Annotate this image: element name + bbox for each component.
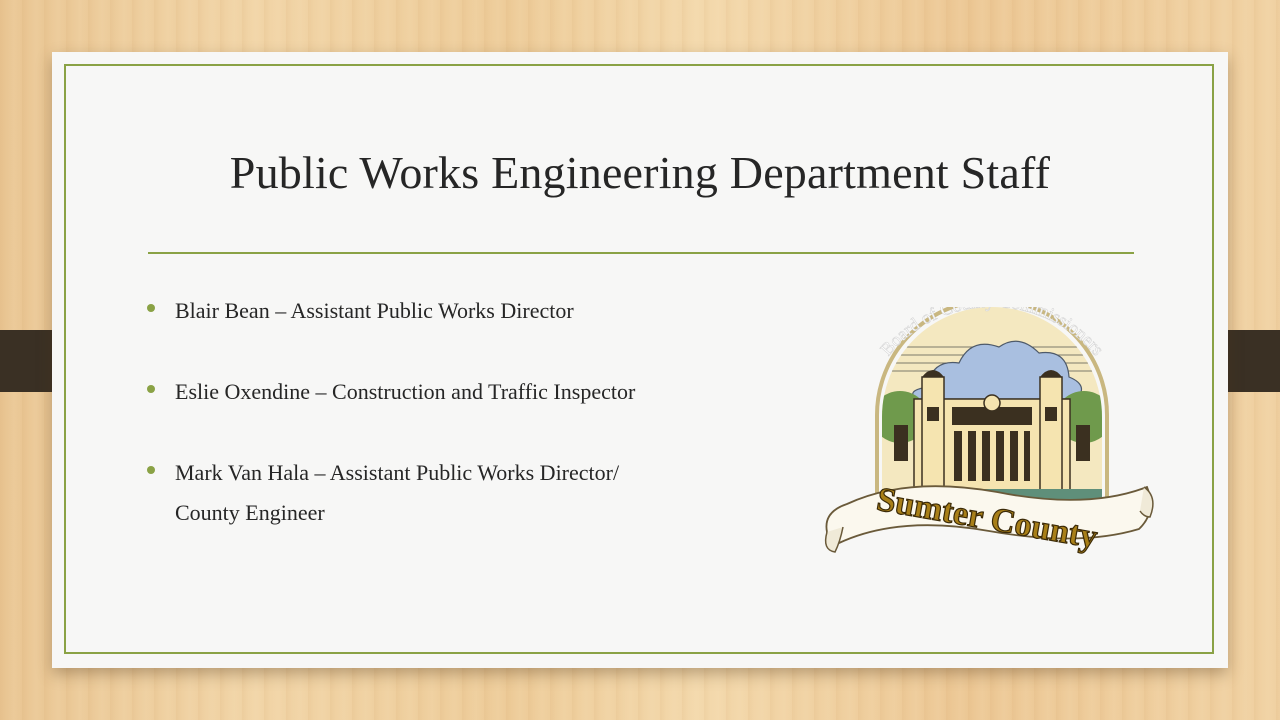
bullet-icon <box>147 304 155 312</box>
bullet-text: Blair Bean – Assistant Public Works Dire… <box>175 298 574 323</box>
bullet-list: Blair Bean – Assistant Public Works Dire… <box>147 298 797 526</box>
bullet-text: Eslie Oxendine – Construction and Traffi… <box>175 379 636 404</box>
slide-title: Public Works Engineering Department Staf… <box>229 147 1051 198</box>
bullet-text: Mark Van Hala – Assistant Public Works D… <box>175 460 620 485</box>
list-item: Mark Van Hala – Assistant Public Works D… <box>147 460 797 486</box>
list-item: Blair Bean – Assistant Public Works Dire… <box>147 298 797 324</box>
title-divider <box>148 252 1134 254</box>
bullet-continuation: County Engineer <box>175 500 325 525</box>
bullet-icon <box>147 466 155 474</box>
list-item: Eslie Oxendine – Construction and Traffi… <box>147 379 797 405</box>
bullet-icon <box>147 385 155 393</box>
sumter-county-seal-logo: Board of County Commissioners Sumter Cou… <box>824 307 1154 557</box>
slide-card: Public Works Engineering Department Staf… <box>52 52 1228 668</box>
